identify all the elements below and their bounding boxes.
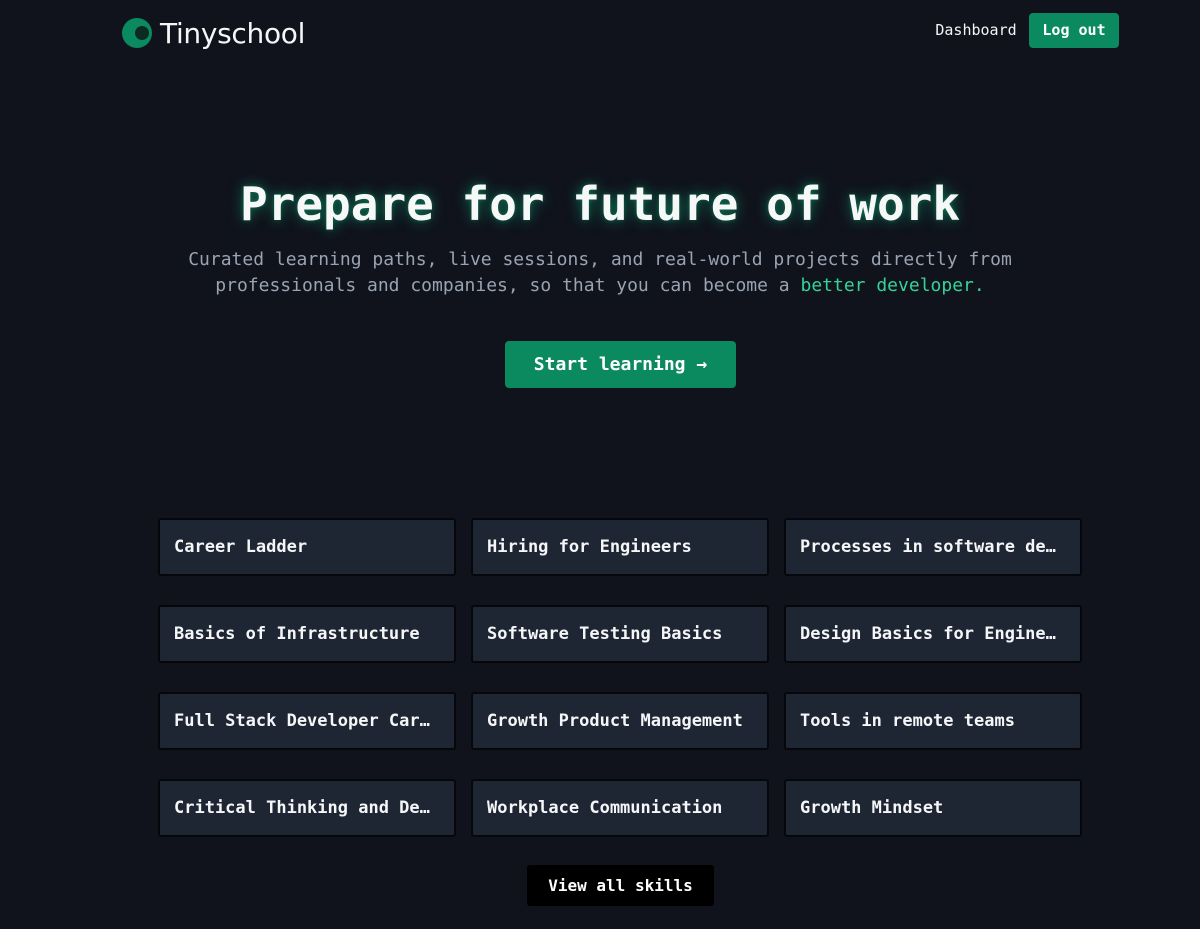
- skill-label: Tools in remote teams: [800, 711, 1015, 731]
- skill-card[interactable]: Workplace Communication: [471, 779, 769, 837]
- skill-card[interactable]: Career Ladder: [158, 518, 456, 576]
- skill-label: Design Basics for Engineers: [800, 624, 1066, 644]
- skill-label: Processes in software development: [800, 537, 1066, 557]
- skills-grid: Career Ladder Hiring for Engineers Proce…: [158, 518, 1082, 837]
- circle-logo-icon: [122, 18, 152, 48]
- skill-card[interactable]: Processes in software development: [784, 518, 1082, 576]
- skill-card[interactable]: Growth Mindset: [784, 779, 1082, 837]
- skill-card[interactable]: Critical Thinking and Decision Making: [158, 779, 456, 837]
- skill-card[interactable]: Software Testing Basics: [471, 605, 769, 663]
- skill-label: Workplace Communication: [487, 798, 723, 818]
- skill-label: Growth Product Management: [487, 711, 743, 731]
- skill-card[interactable]: Design Basics for Engineers: [784, 605, 1082, 663]
- start-learning-button[interactable]: Start learning →: [505, 341, 736, 388]
- skill-label: Full Stack Developer Career: [174, 711, 440, 731]
- hero-subtitle-accent: better developer.: [800, 275, 985, 296]
- skill-card[interactable]: Tools in remote teams: [784, 692, 1082, 750]
- skill-label: Critical Thinking and Decision Making: [174, 798, 440, 818]
- hero-title: Prepare for future of work: [239, 177, 961, 231]
- logo-text: Tinyschool: [160, 16, 306, 50]
- skill-card[interactable]: Full Stack Developer Career: [158, 692, 456, 750]
- skill-card[interactable]: Hiring for Engineers: [471, 518, 769, 576]
- skill-card[interactable]: Basics of Infrastructure: [158, 605, 456, 663]
- hero-subtitle: Curated learning paths, live sessions, a…: [150, 247, 1050, 299]
- view-all-skills-button[interactable]: View all skills: [527, 865, 714, 906]
- skill-label: Software Testing Basics: [487, 624, 723, 644]
- logo[interactable]: Tinyschool: [122, 16, 306, 50]
- logout-button[interactable]: Log out: [1029, 13, 1119, 48]
- skill-label: Basics of Infrastructure: [174, 624, 420, 644]
- skill-card[interactable]: Growth Product Management: [471, 692, 769, 750]
- skill-label: Career Ladder: [174, 537, 308, 557]
- skill-label: Hiring for Engineers: [487, 537, 692, 557]
- skill-label: Growth Mindset: [800, 798, 944, 818]
- dashboard-link[interactable]: Dashboard: [930, 14, 1022, 47]
